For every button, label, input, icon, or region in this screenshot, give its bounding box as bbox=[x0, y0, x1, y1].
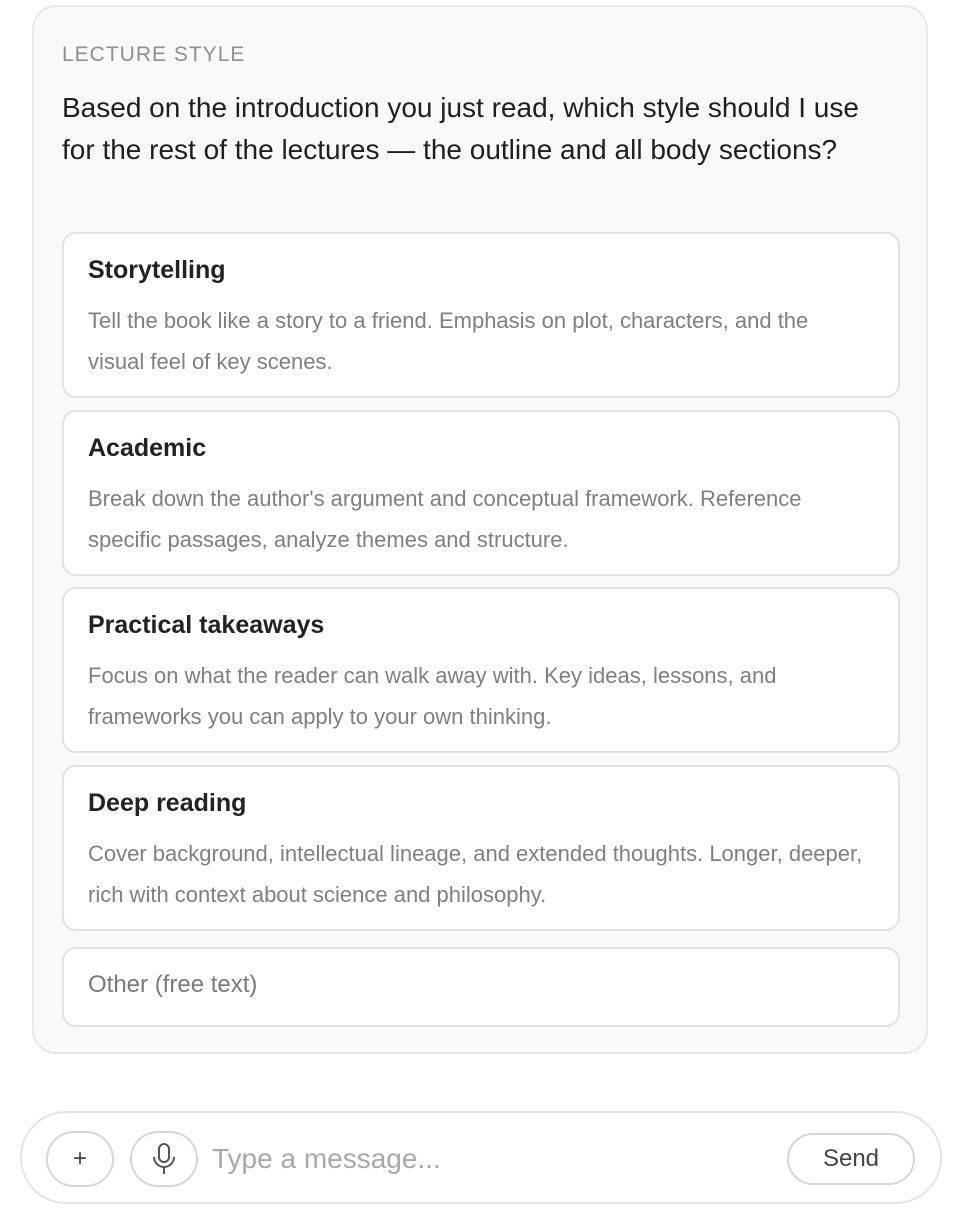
option-practical-takeaways[interactable]: Practical takeaways Focus on what the re… bbox=[62, 587, 900, 753]
option-other-label: Other (free text) bbox=[88, 971, 258, 998]
message-input[interactable] bbox=[212, 1135, 772, 1183]
option-title: Academic bbox=[88, 434, 207, 462]
option-academic[interactable]: Academic Break down the author's argumen… bbox=[62, 410, 900, 576]
message-composer: + Send bbox=[20, 1111, 942, 1204]
add-attachment-button[interactable]: + bbox=[46, 1131, 114, 1187]
option-title: Storytelling bbox=[88, 256, 226, 284]
option-title: Practical takeaways bbox=[88, 611, 325, 639]
microphone-icon bbox=[153, 1143, 175, 1174]
question-text: Based on the introduction you just read,… bbox=[62, 92, 859, 165]
option-storytelling[interactable]: Storytelling Tell the book like a story … bbox=[62, 232, 900, 398]
question-card: LECTURE STYLE Based on the introduction … bbox=[32, 5, 928, 1054]
option-other-free-text[interactable]: Other (free text) bbox=[62, 947, 900, 1027]
send-button[interactable]: Send bbox=[787, 1133, 915, 1185]
card-label: LECTURE STYLE bbox=[62, 43, 246, 66]
option-description: Break down the author's argument and con… bbox=[88, 486, 802, 552]
voice-input-button[interactable] bbox=[130, 1131, 198, 1187]
option-title: Deep reading bbox=[88, 789, 247, 817]
option-description: Tell the book like a story to a friend. … bbox=[88, 308, 809, 374]
option-description: Cover background, intellectual lineage, … bbox=[88, 841, 863, 907]
plus-icon: + bbox=[72, 1145, 87, 1172]
option-description: Focus on what the reader can walk away w… bbox=[88, 663, 777, 729]
option-deep-reading[interactable]: Deep reading Cover background, intellect… bbox=[62, 765, 900, 931]
